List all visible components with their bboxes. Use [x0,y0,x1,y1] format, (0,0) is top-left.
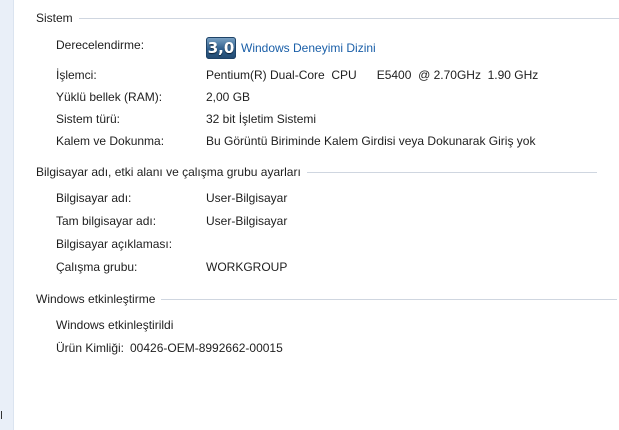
workgroup-value: WORKGROUP [206,260,288,274]
full-computer-name-label: Tam bilgisayar adı: [56,214,157,228]
activation-status: Windows etkinleştirildi [56,318,174,332]
experience-score-badge[interactable]: 3,0 [206,37,236,59]
section-title-system: Sistem [36,11,73,25]
computer-description-label: Bilgisayar açıklaması: [56,237,173,251]
computer-name-value: User-Bilgisayar [206,191,288,205]
experience-index-link[interactable]: Windows Deneyimi Dizini [241,41,376,55]
rating-label: Derecelendirme: [56,38,145,52]
system-type-label: Sistem türü: [56,112,121,126]
ram-value: 2,00 GB [206,90,251,104]
pen-touch-value: Bu Görüntü Biriminde Kalem Girdisi veya … [206,134,536,148]
product-id-value: 00426-OEM-8992662-00015 [130,341,283,355]
section-divider [78,17,619,19]
system-type-value: 32 bit İşletim Sistemi [206,112,317,126]
section-header-computer-name: Bilgisayar adı, etki alanı ve çalışma gr… [36,164,597,180]
section-header-system: Sistem [36,10,619,26]
section-title-computer-name: Bilgisayar adı, etki alanı ve çalışma gr… [36,165,301,179]
full-computer-name-value: User-Bilgisayar [206,214,288,228]
section-title-activation: Windows etkinleştirme [36,292,156,306]
processor-value: Pentium(R) Dual-Core CPU E5400 @ 2.70GHz… [206,68,539,82]
ram-label: Yüklü bellek (RAM): [56,90,163,104]
section-divider [306,171,597,173]
section-header-activation: Windows etkinleştirme [36,291,618,307]
processor-label: İşlemci: [56,68,97,82]
strip-marker [1,411,2,419]
pen-touch-label: Kalem ve Dokunma: [56,134,165,148]
windows-experience-index[interactable]: 3,0 Windows Deneyimi Dizini [206,36,376,60]
product-id-label: Ürün Kimliği: [56,341,125,355]
workgroup-label: Çalışma grubu: [56,260,138,274]
left-navigation-strip [0,0,14,430]
computer-name-label: Bilgisayar adı: [56,191,132,205]
section-divider [161,298,618,300]
